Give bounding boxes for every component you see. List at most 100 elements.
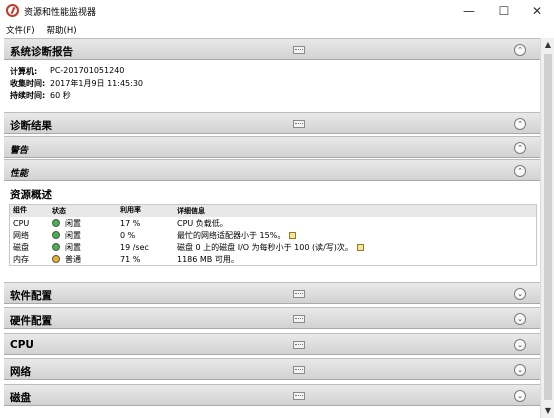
collapse-pane-icon[interactable]	[293, 341, 305, 349]
scroll-thumb[interactable]	[544, 54, 552, 400]
status-text: 普通	[65, 254, 81, 264]
status-text: 闲置	[65, 230, 81, 240]
table-header: 组件 状态 利用率 详细信息	[10, 205, 536, 217]
section-disk: 磁盘 ⌄	[4, 384, 540, 406]
section-header[interactable]: 系统诊断报告 ⌃	[4, 38, 540, 60]
section-title: 网络	[10, 366, 31, 378]
title-bar: 资源和性能监视器 — ☐ ✕	[0, 0, 554, 22]
section-header[interactable]: CPU ⌄	[4, 333, 540, 355]
menu-file[interactable]: 文件(F)	[6, 24, 35, 36]
status-green-icon	[52, 219, 60, 227]
status-cell: 普通	[49, 254, 117, 265]
usage-cell: 17 %	[120, 218, 141, 228]
table-row-cpu: CPU 闲置 17 % CPU 负载低。	[10, 217, 536, 229]
close-button[interactable]: ✕	[520, 0, 554, 22]
detail-cell: CPU 负载低。	[174, 218, 536, 229]
collapse-icon[interactable]: ⌃	[514, 165, 526, 177]
expand-icon[interactable]: ⌄	[514, 288, 526, 300]
column-header[interactable]: 利用率	[117, 205, 174, 217]
section-title: 系统诊断报告	[10, 46, 73, 58]
info-value: 60 秒	[50, 91, 71, 100]
component-cell: 网络	[13, 230, 29, 240]
menu-help[interactable]: 帮助(H)	[47, 24, 77, 36]
expand-icon[interactable]: ⌄	[514, 390, 526, 402]
detail-text: 磁盘 0 上的磁盘 I/O 为每秒小于 100 (读/写)次。	[177, 242, 353, 252]
status-green-icon	[52, 231, 60, 239]
usage-cell: 71 %	[120, 254, 141, 264]
resource-table: 组件 状态 利用率 详细信息 CPU 闲置 17 % CPU 负载低。 网络 闲…	[9, 204, 537, 266]
collapse-icon[interactable]: ⌃	[514, 44, 526, 56]
column-header[interactable]: 状态	[49, 205, 117, 217]
section-title: 磁盘	[10, 392, 31, 404]
section-header[interactable]: 软件配置 ⌄	[4, 282, 540, 304]
usage-cell: 0 %	[120, 230, 136, 240]
detail-cell: 最忙的网络适配器小于 15%。	[174, 230, 536, 241]
section-header[interactable]: 网络 ⌄	[4, 358, 540, 380]
report-content: 系统诊断报告 ⌃ 计算机: PC-201701051240 收集时间: 2017…	[4, 38, 540, 418]
section-title: 性能	[10, 169, 29, 179]
column-header[interactable]: 详细信息	[174, 205, 536, 217]
table-row-disk: 磁盘 闲置 19 /sec 磁盘 0 上的磁盘 I/O 为每秒小于 100 (读…	[10, 241, 536, 253]
status-cell: 闲置	[49, 230, 117, 241]
section-title: CPU	[10, 339, 34, 351]
expand-icon[interactable]: ⌄	[514, 364, 526, 376]
column-header[interactable]: 组件	[10, 205, 49, 217]
section-performance: 性能 ⌃	[4, 159, 540, 181]
section-title: 硬件配置	[10, 315, 52, 327]
section-system-diagnostic-report: 系统诊断报告 ⌃ 计算机: PC-201701051240 收集时间: 2017…	[4, 38, 540, 108]
component-cell: 内存	[13, 254, 29, 264]
info-label: 收集时间:	[10, 79, 46, 88]
section-warnings: 警告 ⌃	[4, 136, 540, 158]
info-label: 持续时间:	[10, 91, 46, 100]
menu-bar: 文件(F) 帮助(H)	[0, 22, 554, 38]
expand-icon[interactable]: ⌄	[514, 339, 526, 351]
info-row-computer: 计算机: PC-201701051240	[10, 66, 534, 78]
section-header[interactable]: 诊断结果 ⌃	[4, 112, 540, 134]
scroll-up-icon[interactable]: ▲	[541, 38, 554, 52]
detail-cell: 1186 MB 可用。	[174, 254, 536, 265]
vertical-scrollbar[interactable]: ▲ ▼	[540, 38, 554, 418]
section-title: 诊断结果	[10, 120, 52, 132]
maximize-button[interactable]: ☐	[487, 0, 521, 22]
edit-note-icon[interactable]	[356, 243, 364, 251]
detail-cell: 磁盘 0 上的磁盘 I/O 为每秒小于 100 (读/写)次。	[174, 242, 536, 253]
app-icon	[6, 4, 19, 17]
resource-overview-title: 资源概述	[10, 189, 52, 201]
component-cell: CPU	[13, 218, 30, 228]
section-header[interactable]: 硬件配置 ⌄	[4, 307, 540, 329]
info-value: 2017年1月9日 11:45:30	[50, 79, 144, 88]
detail-text: CPU 负载低。	[177, 218, 228, 228]
section-network: 网络 ⌄	[4, 358, 540, 380]
status-text: 闲置	[65, 218, 81, 228]
status-text: 闲置	[65, 242, 81, 252]
collapse-pane-icon[interactable]	[293, 46, 305, 54]
window-title: 资源和性能监视器	[24, 8, 97, 18]
section-software-config: 软件配置 ⌄	[4, 282, 540, 304]
status-cell: 闲置	[49, 242, 117, 253]
edit-note-icon[interactable]	[289, 231, 297, 239]
section-header[interactable]: 警告 ⌃	[4, 136, 540, 158]
table-row-memory: 内存 普通 71 % 1186 MB 可用。	[10, 253, 536, 265]
minimize-button[interactable]: —	[452, 0, 486, 22]
section-hardware-config: 硬件配置 ⌄	[4, 307, 540, 329]
info-label: 计算机:	[10, 67, 38, 76]
scroll-down-icon[interactable]: ▼	[541, 404, 554, 418]
collapse-pane-icon[interactable]	[293, 366, 305, 374]
info-row-duration: 持续时间: 60 秒	[10, 90, 534, 102]
section-header[interactable]: 性能 ⌃	[4, 159, 540, 181]
section-title: 软件配置	[10, 290, 52, 302]
collapse-pane-icon[interactable]	[293, 290, 305, 298]
collapse-pane-icon[interactable]	[293, 315, 305, 323]
section-header[interactable]: 磁盘 ⌄	[4, 384, 540, 406]
expand-icon[interactable]: ⌄	[514, 313, 526, 325]
table-row-network: 网络 闲置 0 % 最忙的网络适配器小于 15%。	[10, 229, 536, 241]
collapse-icon[interactable]: ⌃	[514, 118, 526, 130]
info-value: PC-201701051240	[50, 66, 125, 75]
component-cell: 磁盘	[13, 242, 29, 252]
section-cpu: CPU ⌄	[4, 333, 540, 355]
collapse-pane-icon[interactable]	[293, 120, 305, 128]
detail-text: 1186 MB 可用。	[177, 254, 239, 264]
collapse-icon[interactable]: ⌃	[514, 142, 526, 154]
status-yellow-icon	[52, 255, 60, 263]
collapse-pane-icon[interactable]	[293, 392, 305, 400]
